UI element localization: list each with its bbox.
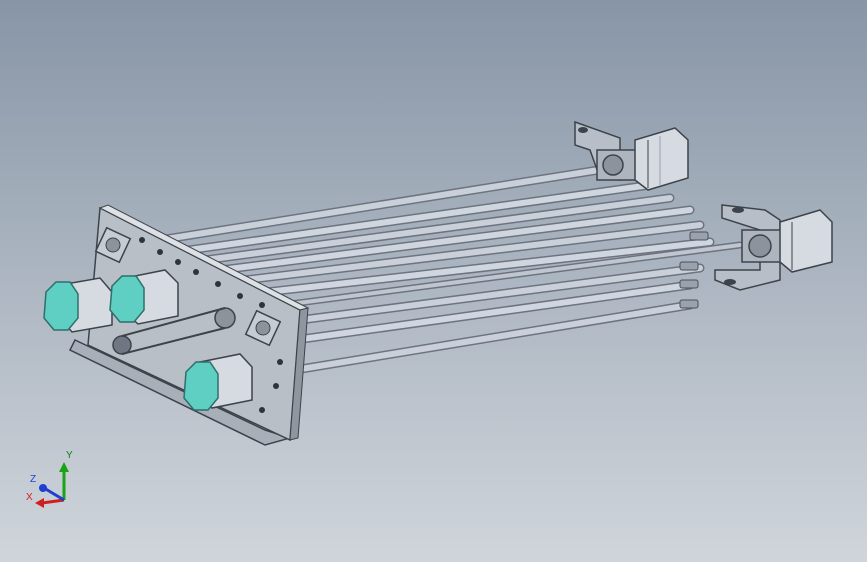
- stepper-motor-center[interactable]: [109, 269, 179, 325]
- x-axis-label: X: [26, 492, 33, 503]
- x-axis-arrow: [41, 498, 65, 505]
- y-axis-label: Y: [66, 450, 73, 461]
- orientation-triad: Y Z X: [26, 450, 73, 508]
- motor-assembly-top-right[interactable]: [574, 120, 689, 191]
- z-axis-label: Z: [30, 474, 36, 485]
- cad-viewport[interactable]: Y Z X: [0, 0, 867, 562]
- stepper-motor-left[interactable]: [43, 277, 113, 333]
